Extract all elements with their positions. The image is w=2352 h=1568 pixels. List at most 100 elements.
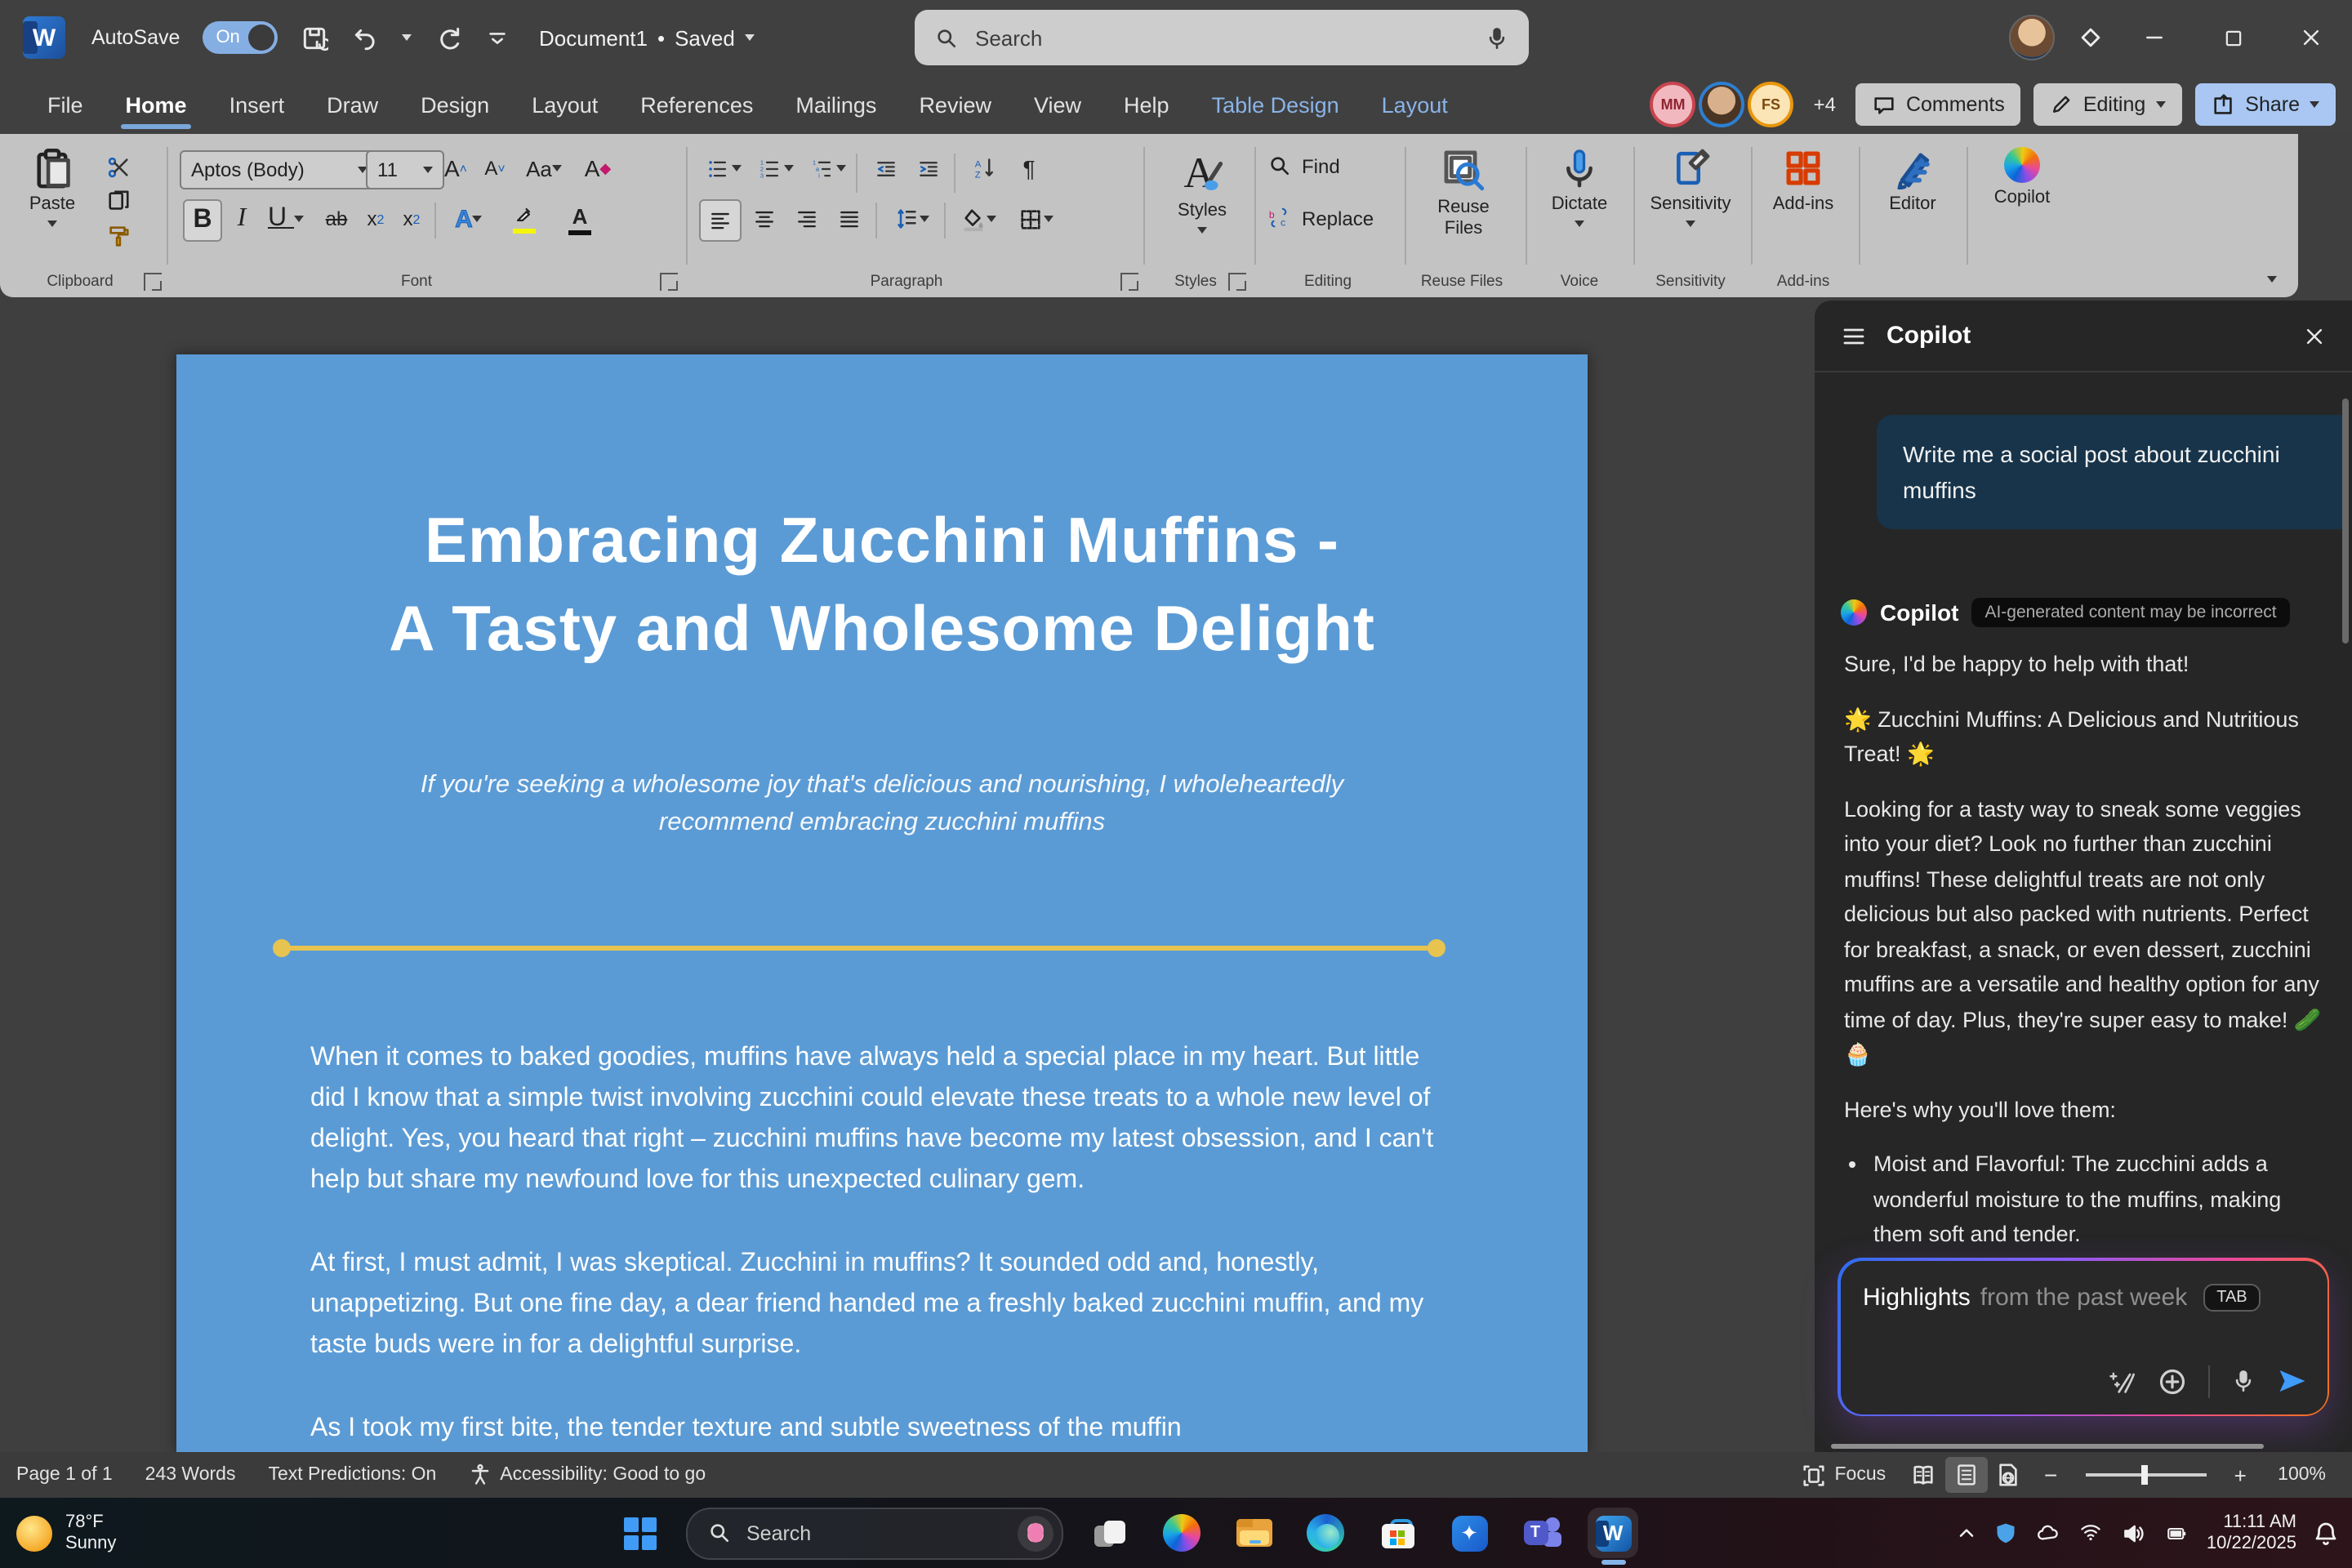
copilot-app-button[interactable]	[1156, 1508, 1207, 1558]
redo-icon[interactable]	[434, 24, 462, 51]
paste-button[interactable]: Paste	[16, 147, 88, 226]
edge-button[interactable]	[1300, 1508, 1351, 1558]
start-button[interactable]	[614, 1508, 665, 1558]
tab-file[interactable]: File	[26, 75, 105, 134]
dictate-button[interactable]: Dictate	[1535, 147, 1624, 226]
panel-scrollbar[interactable]	[2342, 399, 2349, 644]
change-case-button[interactable]: Aa	[523, 150, 565, 186]
customize-toolbar-icon[interactable]	[485, 25, 510, 50]
shading-button[interactable]	[954, 199, 1003, 238]
replace-button[interactable]: bcReplace	[1267, 206, 1374, 230]
send-icon[interactable]	[2276, 1365, 2307, 1396]
collaborator-avatar-photo[interactable]	[1699, 82, 1745, 127]
font-dialog-launcher[interactable]	[660, 273, 678, 291]
font-name-select[interactable]: Aptos (Body)	[180, 150, 379, 189]
weather-widget[interactable]: 78°FSunny	[16, 1512, 116, 1554]
text-effects-button[interactable]: A	[444, 199, 493, 238]
zoom-in-button[interactable]: +	[2219, 1457, 2261, 1493]
subscript-button[interactable]: x2	[359, 199, 392, 238]
collaborator-avatar-fs[interactable]: FS	[1748, 82, 1794, 127]
tab-help[interactable]: Help	[1102, 75, 1191, 134]
maximize-button[interactable]	[2205, 0, 2261, 75]
file-explorer-button[interactable]	[1228, 1508, 1279, 1558]
page-indicator[interactable]: Page 1 of 1	[0, 1452, 129, 1498]
tab-layout[interactable]: Layout	[510, 75, 619, 134]
grow-font-button[interactable]: A˄	[438, 150, 474, 186]
document-page[interactable]: Embracing Zucchini Muffins - A Tasty and…	[176, 354, 1588, 1452]
panel-close-icon[interactable]	[2303, 324, 2326, 347]
word-app-icon[interactable]: W	[23, 16, 65, 59]
close-button[interactable]	[2283, 0, 2339, 75]
premium-diamond-icon[interactable]	[2078, 24, 2104, 51]
justify-button[interactable]	[830, 199, 869, 238]
bold-button[interactable]: B	[183, 199, 222, 242]
copilot-input[interactable]: Highlights from the past week TAB	[1840, 1260, 2327, 1414]
sensitivity-button[interactable]: Sensitivity	[1640, 147, 1741, 226]
panel-menu-icon[interactable]	[1841, 323, 1867, 349]
numbered-list-button[interactable]: 123	[751, 150, 797, 186]
tab-references[interactable]: References	[619, 75, 774, 134]
read-mode-button[interactable]	[1902, 1457, 1944, 1493]
strikethrough-button[interactable]: ab	[317, 199, 356, 238]
onedrive-icon[interactable]	[2034, 1522, 2061, 1544]
align-center-button[interactable]	[745, 199, 784, 238]
bullet-list-button[interactable]	[699, 150, 745, 186]
reuse-files-button[interactable]: Reuse Files	[1414, 147, 1512, 239]
increase-indent-button[interactable]	[908, 150, 947, 186]
cut-button[interactable]	[98, 150, 137, 183]
editing-mode-button[interactable]: Editing	[2034, 83, 2181, 126]
line-spacing-button[interactable]	[885, 199, 938, 238]
clear-formatting-button[interactable]: A◆	[578, 150, 617, 186]
tab-review[interactable]: Review	[898, 75, 1013, 134]
tab-table-layout[interactable]: Layout	[1361, 75, 1469, 134]
tab-view[interactable]: View	[1013, 75, 1102, 134]
store-button[interactable]	[1372, 1508, 1423, 1558]
autosave-toggle[interactable]: On	[203, 21, 278, 54]
collaborator-avatar-mm[interactable]: MM	[1650, 82, 1696, 127]
borders-button[interactable]	[1009, 199, 1062, 238]
notifications-icon[interactable]	[2313, 1520, 2339, 1546]
italic-button[interactable]: I	[225, 199, 258, 238]
align-left-button[interactable]	[699, 199, 742, 242]
editor-button[interactable]: Editor	[1869, 147, 1957, 215]
zoom-slider[interactable]	[2085, 1473, 2206, 1477]
battery-icon[interactable]	[2163, 1523, 2190, 1543]
addins-button[interactable]: Add-ins	[1757, 147, 1849, 215]
voice-input-icon[interactable]	[2230, 1369, 2255, 1393]
multilevel-list-button[interactable]: 1ai	[804, 150, 849, 186]
undo-dropdown-icon[interactable]	[402, 34, 412, 41]
volume-icon[interactable]	[2120, 1521, 2146, 1544]
panel-bottom-scrollbar[interactable]	[1831, 1444, 2264, 1449]
more-collaborators[interactable]: +4	[1814, 93, 1836, 116]
accessibility-status[interactable]: Accessibility: Good to go	[452, 1452, 722, 1498]
web-layout-button[interactable]	[1987, 1457, 2029, 1493]
format-painter-button[interactable]	[98, 219, 137, 252]
task-view-button[interactable]	[1085, 1508, 1135, 1558]
superscript-button[interactable]: x2	[395, 199, 428, 238]
minimize-button[interactable]	[2127, 0, 2182, 75]
sort-button[interactable]: AZ	[964, 150, 1006, 186]
font-color-button[interactable]: A	[555, 196, 604, 242]
text-predictions[interactable]: Text Predictions: On	[252, 1452, 452, 1498]
tab-mailings[interactable]: Mailings	[774, 75, 898, 134]
tab-table-design[interactable]: Table Design	[1191, 75, 1361, 134]
print-layout-button[interactable]	[1944, 1457, 1987, 1493]
tab-design[interactable]: Design	[399, 75, 510, 134]
wifi-icon[interactable]	[2078, 1522, 2104, 1544]
sparkle-app-button[interactable]: ✦	[1444, 1508, 1494, 1558]
clock[interactable]: 11:11 AM10/22/2025	[2207, 1512, 2296, 1554]
show-formatting-button[interactable]: ¶	[1013, 150, 1045, 186]
hidden-icons-chevron[interactable]	[1955, 1521, 1978, 1544]
align-right-button[interactable]	[787, 199, 826, 238]
save-icon[interactable]	[301, 24, 328, 51]
comments-button[interactable]: Comments	[1855, 83, 2021, 126]
find-button[interactable]: Find	[1267, 154, 1340, 178]
security-tray-icon[interactable]	[1994, 1521, 2017, 1545]
decrease-indent-button[interactable]	[866, 150, 905, 186]
mic-icon[interactable]	[1485, 25, 1509, 50]
focus-mode-button[interactable]: Focus	[1786, 1452, 1903, 1498]
copilot-ribbon-button[interactable]: Copilot	[1976, 147, 2068, 208]
rewrite-prompt-icon[interactable]	[2106, 1366, 2136, 1396]
tab-insert[interactable]: Insert	[208, 75, 306, 134]
zoom-level[interactable]: 100%	[2261, 1452, 2342, 1498]
